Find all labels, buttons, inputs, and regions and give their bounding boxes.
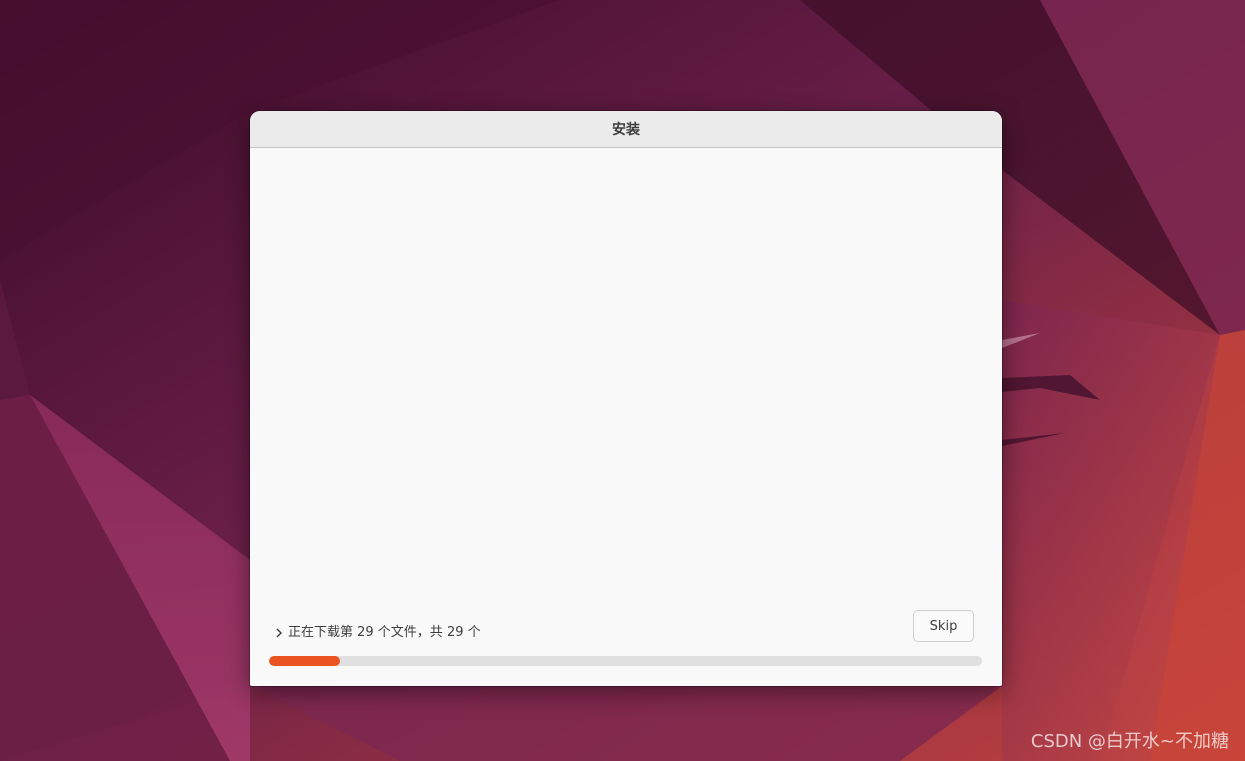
skip-button[interactable]: Skip [913, 610, 974, 642]
dialog-titlebar[interactable]: 安装 [250, 111, 1002, 148]
download-progress-bar [269, 656, 982, 666]
watermark: CSDN @白开水~不加糖 [1030, 731, 1229, 752]
status-row[interactable]: 正在下载第 29 个文件，共 29 个 [274, 621, 481, 640]
dialog-content-area [250, 148, 1002, 608]
download-status-text: 正在下载第 29 个文件，共 29 个 [288, 625, 481, 640]
dialog-title: 安装 [612, 122, 640, 138]
install-dialog: 安装 正在下载第 29 个文件，共 29 个 Skip [250, 111, 1002, 686]
download-progress-fill [269, 656, 341, 666]
desktop: 安装 正在下载第 29 个文件，共 29 个 Skip CSDN @白开水~不加… [0, 0, 1245, 761]
chevron-right-icon[interactable] [274, 627, 284, 639]
